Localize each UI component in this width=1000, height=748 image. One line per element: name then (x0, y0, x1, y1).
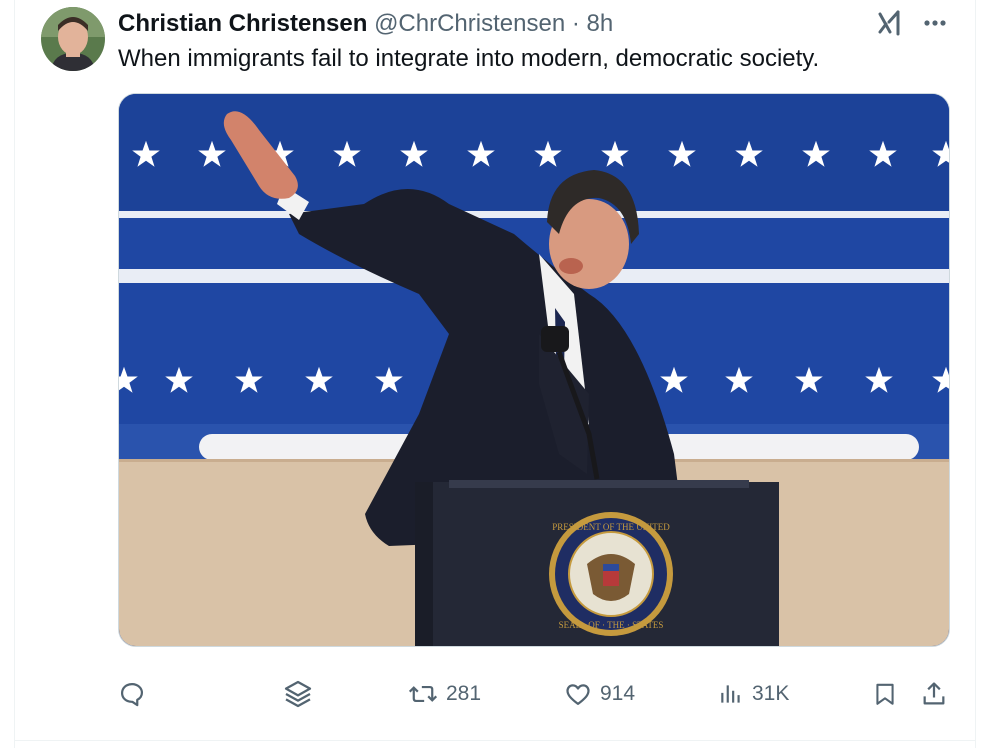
grok-icon (878, 10, 900, 36)
author-name[interactable]: Christian Christensen (118, 10, 367, 37)
views-count: 31K (752, 682, 790, 705)
header-separator: · (571, 10, 580, 37)
like-icon (566, 684, 590, 706)
share-icon (923, 682, 945, 705)
seal-top-text: PRESIDENT OF THE UNITED (552, 522, 670, 532)
author-handle[interactable]: @ChrChristensen (374, 10, 565, 37)
reply-icon (120, 682, 144, 707)
more-icon (924, 20, 946, 26)
grok-button[interactable] (876, 8, 906, 38)
retweet-icon (408, 685, 438, 703)
reply-button[interactable] (118, 672, 154, 716)
timeline-border-left (14, 0, 15, 748)
avatar[interactable] (41, 7, 105, 71)
tweet-actions: 281 914 31K (118, 672, 948, 716)
tweet-text: When immigrants fail to integrate into m… (118, 45, 820, 72)
views-button[interactable]: 31K (718, 672, 789, 716)
timeline-border-right (975, 0, 976, 748)
retweet-button[interactable]: 281 (408, 672, 481, 716)
tweet-header: Christian Christensen @ChrChristensen · … (118, 10, 613, 38)
more-button[interactable] (920, 8, 950, 38)
grok-stack-button[interactable] (282, 672, 322, 716)
grok-stack-icon (284, 680, 312, 708)
tweet-image[interactable]: PRESIDENT OF THE UNITED SEAL · OF · THE … (118, 93, 950, 647)
retweet-count: 281 (446, 682, 482, 705)
like-button[interactable]: 914 (564, 672, 635, 716)
tweet-timestamp[interactable]: 8h (587, 10, 614, 37)
like-count: 914 (600, 682, 636, 705)
bookmark-icon (876, 683, 894, 705)
share-button[interactable] (920, 672, 948, 716)
timeline-divider (14, 740, 976, 741)
bookmark-button[interactable] (872, 672, 898, 716)
seal-bottom-text: SEAL · OF · THE · STATES (559, 620, 664, 630)
views-icon (721, 685, 740, 703)
presidential-seal: PRESIDENT OF THE UNITED SEAL · OF · THE … (549, 512, 673, 636)
